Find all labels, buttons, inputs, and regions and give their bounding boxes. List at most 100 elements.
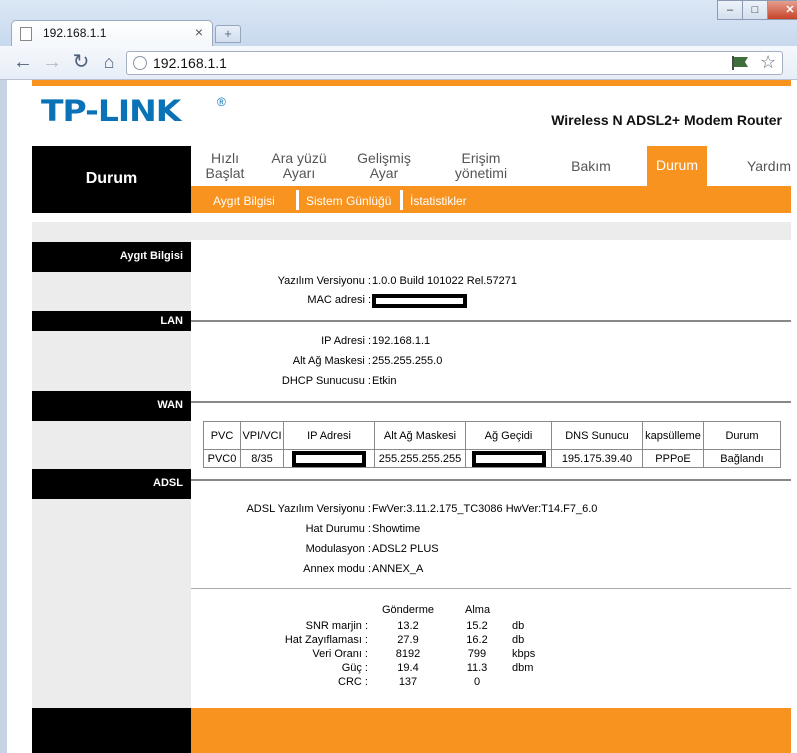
stat-label: CRC :	[338, 676, 368, 688]
stat-recv: 16.2	[466, 634, 488, 646]
table-cell: Bağlandı	[703, 449, 781, 468]
stat-unit: db	[512, 620, 525, 632]
adsl-firmware-row: ADSL Yazılım Versiyonu : FwVer:3.11.2.17…	[191, 503, 791, 517]
home-icon[interactable]: ⌂	[97, 50, 121, 74]
section-heading: WAN	[157, 399, 183, 411]
stat-send: 13.2	[397, 620, 419, 632]
nav-maintenance[interactable]: Bakım	[561, 159, 621, 174]
subnav-system-log[interactable]: Sistem Günlüğü	[306, 194, 391, 208]
back-arrow-icon[interactable]: ←	[11, 50, 35, 74]
stat-recv: 799	[467, 648, 487, 660]
table-header-row: PVC VPI/VCI IP Adresi Alt Ağ Maskesi Ağ …	[203, 421, 781, 450]
column-header: VPI/VCI	[240, 421, 284, 450]
modulation-row: Modulasyon : ADSL2 PLUS	[191, 543, 791, 557]
nav-help[interactable]: Yardım	[739, 159, 797, 174]
stat-send: 8192	[395, 648, 421, 660]
stat-row: SNR marjin : 13.2 15.2 db	[191, 620, 791, 634]
logo-text: TP-LINK	[41, 93, 181, 129]
redaction-box	[372, 294, 467, 308]
nav-interface-setup-label: Ara yüzü Ayarı	[271, 150, 327, 181]
stat-unit: db	[512, 634, 525, 646]
browser-tab-strip: 192.168.1.1 × + – □ ✕	[0, 0, 797, 46]
column-header: Alt Ağ Maskesi	[374, 421, 466, 450]
nav-interface-setup[interactable]: Ara yüzü Ayarı	[265, 151, 333, 181]
stat-row: Veri Oranı : 8192 799 kbps	[191, 648, 791, 662]
redaction-box	[471, 450, 546, 467]
table-cell: PPPoE	[642, 449, 704, 468]
stat-row: Hat Zayıflaması : 27.9 16.2 db	[191, 634, 791, 648]
stat-recv: 15.2	[466, 620, 488, 632]
section-divider	[191, 320, 791, 322]
forward-arrow-icon[interactable]: →	[40, 50, 64, 74]
field-label: Modulasyon :	[305, 543, 371, 555]
tp-link-logo: TP-LINK ®	[41, 93, 231, 129]
firmware-row: Yazılım Versiyonu : 1.0.0 Build 101022 R…	[191, 275, 791, 289]
page-info-icon[interactable]	[133, 56, 147, 70]
subnav-separator	[400, 190, 403, 210]
mac-row: MAC adresi :	[191, 294, 791, 308]
stat-label: Veri Oranı :	[312, 648, 368, 660]
nav-quick-start-label: Hızlı Başlat	[205, 150, 245, 181]
address-bar[interactable]: 192.168.1.1 ☆	[126, 51, 783, 75]
table-cell: 195.175.39.40	[551, 449, 643, 468]
table-cell: PVC0	[203, 449, 241, 468]
footer-left-block	[32, 708, 191, 753]
column-header: kapsülleme	[642, 421, 704, 450]
nav-help-label: Yardım	[746, 158, 792, 174]
field-label: Alt Ağ Maskesi :	[292, 355, 371, 367]
stat-label: Güç :	[341, 662, 368, 674]
subnav-statistics[interactable]: İstatistikler	[410, 194, 467, 208]
nav-access-management[interactable]: Erişim yönetimi	[442, 151, 520, 181]
footer-bar	[191, 708, 791, 753]
content-top-band	[32, 222, 791, 240]
adsl-statistics: Gönderme Alma SNR marjin : 13.2 15.2 db …	[191, 600, 791, 700]
table-cell: 255.255.255.255	[374, 449, 466, 468]
mac-redacted	[372, 294, 467, 308]
stat-row: CRC : 137 0	[191, 676, 791, 690]
section-heading: ADSL	[153, 477, 183, 489]
nav-maintenance-label: Bakım	[571, 158, 611, 174]
field-label: DHCP Sunucusu :	[281, 375, 371, 387]
annex-row: Annex modu : ANNEX_A	[191, 563, 791, 577]
table-cell: 8/35	[240, 449, 284, 468]
browser-tab[interactable]: 192.168.1.1 ×	[11, 20, 213, 46]
field-value: Showtime	[372, 523, 421, 535]
stat-label: Hat Zayıflaması :	[284, 634, 368, 646]
stat-unit: dbm	[512, 662, 534, 674]
bookmark-star-icon[interactable]: ☆	[760, 52, 776, 73]
subnav-device-info[interactable]: Aygıt Bilgisi	[213, 194, 275, 208]
column-header-send: Gönderme	[382, 604, 434, 616]
flag-extension-icon[interactable]	[731, 55, 749, 71]
lan-ip-row: IP Adresi : 192.168.1.1	[191, 335, 791, 349]
lan-dhcp-row: DHCP Sunucusu : Etkin	[191, 375, 791, 389]
stat-send: 137	[398, 676, 418, 688]
maximize-button[interactable]: □	[742, 0, 768, 20]
nav-access-management-label: Erişim yönetimi	[454, 150, 508, 181]
field-value: 1.0.0 Build 101022 Rel.57271	[372, 275, 517, 287]
column-header: Durum	[703, 421, 781, 450]
tab-close-icon[interactable]: ×	[195, 24, 203, 40]
minimize-button[interactable]: –	[717, 0, 743, 20]
section-title-block: Durum	[32, 146, 191, 213]
field-value: ANNEX_A	[372, 563, 424, 575]
nav-advanced-setup[interactable]: Gelişmiş Ayar	[349, 151, 419, 181]
reload-icon[interactable]: ↻	[69, 50, 93, 74]
line-status-row: Hat Durumu : Showtime	[191, 523, 791, 537]
field-label: ADSL Yazılım Versiyonu :	[246, 503, 371, 515]
field-label: MAC adresi :	[307, 294, 371, 306]
close-window-button[interactable]: ✕	[767, 0, 797, 20]
nav-quick-start[interactable]: Hızlı Başlat	[195, 151, 255, 181]
nav-status[interactable]: Durum	[647, 146, 707, 186]
address-bar-url[interactable]: 192.168.1.1	[153, 55, 227, 71]
router-status-page: TP-LINK ® Wireless N ADSL2+ Modem Router…	[0, 80, 797, 753]
nav-status-label: Durum	[655, 157, 698, 173]
section-title: Durum	[85, 170, 138, 187]
new-tab-button[interactable]: +	[215, 25, 241, 43]
column-header: PVC	[203, 421, 241, 450]
tab-title: 192.168.1.1	[43, 26, 107, 40]
lan-mask-row: Alt Ağ Maskesi : 255.255.255.0	[191, 355, 791, 369]
stat-row: Güç : 19.4 11.3 dbm	[191, 662, 791, 676]
browser-toolbar: ← → ↻ ⌂ 192.168.1.1 ☆	[0, 46, 797, 124]
field-label: Yazılım Versiyonu :	[277, 275, 371, 287]
table-row: PVC0 8/35 255.255.255.255 195.175.39.40 …	[203, 449, 781, 468]
